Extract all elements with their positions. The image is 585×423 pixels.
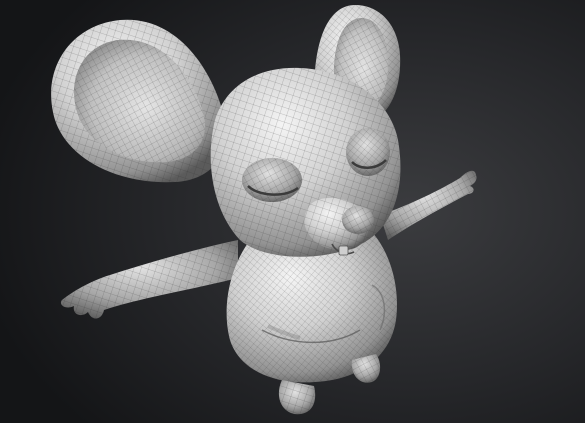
right-eye bbox=[346, 128, 390, 176]
mouse-mesh-render bbox=[0, 0, 585, 423]
3d-viewport[interactable] bbox=[0, 0, 585, 423]
left-eye bbox=[242, 158, 302, 202]
tooth bbox=[338, 245, 349, 256]
